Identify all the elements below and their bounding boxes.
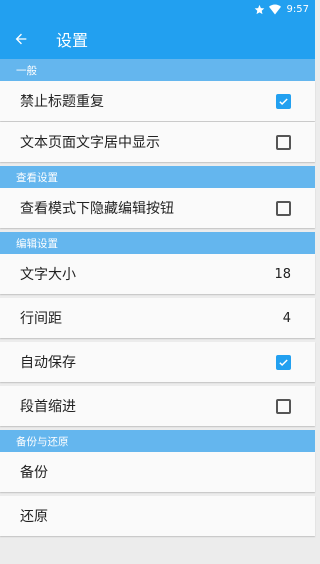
setting-value: 18: [274, 266, 291, 282]
section-header-general: 一般: [0, 59, 315, 81]
setting-center-text[interactable]: 文本页面文字居中显示: [0, 122, 315, 162]
section-header-backup: 备份与还原: [0, 430, 315, 452]
setting-label: 备份: [20, 465, 48, 481]
checkbox-checked[interactable]: [276, 354, 291, 370]
setting-label: 还原: [20, 509, 48, 525]
setting-paragraph-indent[interactable]: 段首缩进: [0, 386, 315, 426]
checkbox-unchecked[interactable]: [276, 398, 291, 414]
app-bar: 设置: [0, 18, 315, 59]
back-button[interactable]: [0, 18, 40, 59]
setting-backup[interactable]: 备份: [0, 452, 315, 492]
setting-restore[interactable]: 还原: [0, 496, 315, 536]
wifi-icon: [268, 4, 281, 15]
settings-list: 一般 禁止标题重复 文本页面文字居中显示 查看设置 查看模式下隐藏编辑按钮 编辑…: [0, 59, 315, 537]
setting-font-size[interactable]: 文字大小 18: [0, 254, 315, 294]
check-icon: [279, 97, 288, 105]
status-bar: 9:57: [0, 0, 315, 18]
arrow-left-icon: [15, 33, 27, 44]
setting-label: 文字大小: [20, 267, 76, 283]
section-header-view: 查看设置: [0, 166, 315, 188]
check-icon: [279, 358, 288, 366]
section-header-edit: 编辑设置: [0, 232, 315, 254]
page-title: 设置: [56, 30, 89, 50]
setting-label: 自动保存: [20, 355, 76, 371]
setting-auto-save[interactable]: 自动保存: [0, 342, 315, 382]
status-time: 9:57: [286, 3, 309, 15]
checkbox-unchecked[interactable]: [276, 134, 291, 150]
setting-value: 4: [282, 310, 291, 326]
setting-label: 段首缩进: [20, 399, 76, 415]
setting-label: 查看模式下隐藏编辑按钮: [20, 201, 174, 217]
star-icon: [254, 4, 265, 15]
setting-line-spacing[interactable]: 行间距 4: [0, 298, 315, 338]
setting-hide-edit-button[interactable]: 查看模式下隐藏编辑按钮: [0, 188, 315, 228]
setting-no-duplicate-title[interactable]: 禁止标题重复: [0, 81, 315, 121]
setting-label: 行间距: [20, 311, 62, 327]
checkbox-checked[interactable]: [276, 93, 291, 109]
checkbox-unchecked[interactable]: [276, 200, 291, 216]
setting-label: 禁止标题重复: [20, 94, 104, 110]
setting-label: 文本页面文字居中显示: [20, 135, 160, 151]
